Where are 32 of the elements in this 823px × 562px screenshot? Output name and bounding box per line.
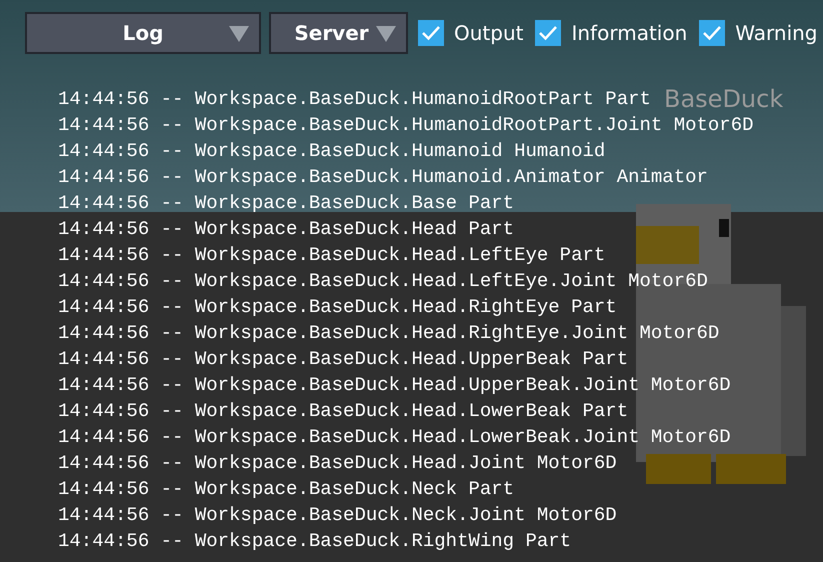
dropdown[interactable]: Server bbox=[269, 12, 408, 54]
check-icon bbox=[702, 25, 722, 41]
log-line: 14:44:56 -- Workspace.BaseDuck.Head.LowerBeak Part bbox=[58, 399, 628, 424]
checkbox[interactable] bbox=[699, 20, 726, 46]
log-line: 14:44:56 -- Workspace.BaseDuck.Head Part bbox=[58, 217, 514, 242]
log-line: 14:44:56 -- Workspace.BaseDuck.Head.UpperBeak Part bbox=[58, 347, 628, 372]
log-line: 14:44:56 -- Workspace.BaseDuck.Neck.Joint Motor6D bbox=[58, 503, 617, 528]
caret-icon bbox=[229, 26, 249, 42]
dropdown[interactable]: Log bbox=[25, 12, 261, 54]
log-line: 14:44:56 -- Workspace.BaseDuck.HumanoidRootPart Part bbox=[58, 87, 651, 112]
log-line: 14:44:56 -- Workspace.BaseDuck.Head.LowerBeak.Joint Motor6D bbox=[58, 425, 731, 450]
check-icon bbox=[538, 25, 558, 41]
log-line: 14:44:56 -- Workspace.BaseDuck.Humanoid Humanoid bbox=[58, 139, 606, 164]
log-line: 14:44:56 -- Workspace.BaseDuck.Head.RightEye.Joint Motor6D bbox=[58, 321, 720, 346]
filter-label: Information bbox=[571, 20, 688, 47]
log-line: 14:44:56 -- Workspace.BaseDuck.Head.Joint Motor6D bbox=[58, 451, 617, 476]
log-line: 14:44:56 -- Workspace.BaseDuck.Humanoid.Animator Animator bbox=[58, 165, 708, 190]
log-line: 14:44:56 -- Workspace.BaseDuck.Base Part bbox=[58, 191, 514, 216]
name-tag: BaseDuck bbox=[664, 86, 784, 112]
filter-label: Output bbox=[454, 20, 524, 47]
log-line: 14:44:56 -- Workspace.BaseDuck.HumanoidRootPart.Joint Motor6D bbox=[58, 113, 754, 138]
filter-label: Warning bbox=[735, 20, 818, 47]
checkbox[interactable] bbox=[418, 20, 444, 46]
log-line: 14:44:56 -- Workspace.BaseDuck.RightWing Part bbox=[58, 529, 572, 554]
checkbox[interactable] bbox=[535, 20, 562, 46]
check-icon bbox=[421, 25, 441, 41]
log-line: 14:44:56 -- Workspace.BaseDuck.Head.LeftEye.Joint Motor6D bbox=[58, 269, 708, 294]
caret-icon bbox=[376, 26, 396, 42]
log-line: 14:44:56 -- Workspace.BaseDuck.Head.RightEye Part bbox=[58, 295, 617, 320]
log-line: 14:44:56 -- Workspace.BaseDuck.Head.UpperBeak.Joint Motor6D bbox=[58, 373, 731, 398]
log-line: 14:44:56 -- Workspace.BaseDuck.Head.LeftEye Part bbox=[58, 243, 606, 268]
log-line: 14:44:56 -- Workspace.BaseDuck.Neck Part bbox=[58, 477, 514, 502]
